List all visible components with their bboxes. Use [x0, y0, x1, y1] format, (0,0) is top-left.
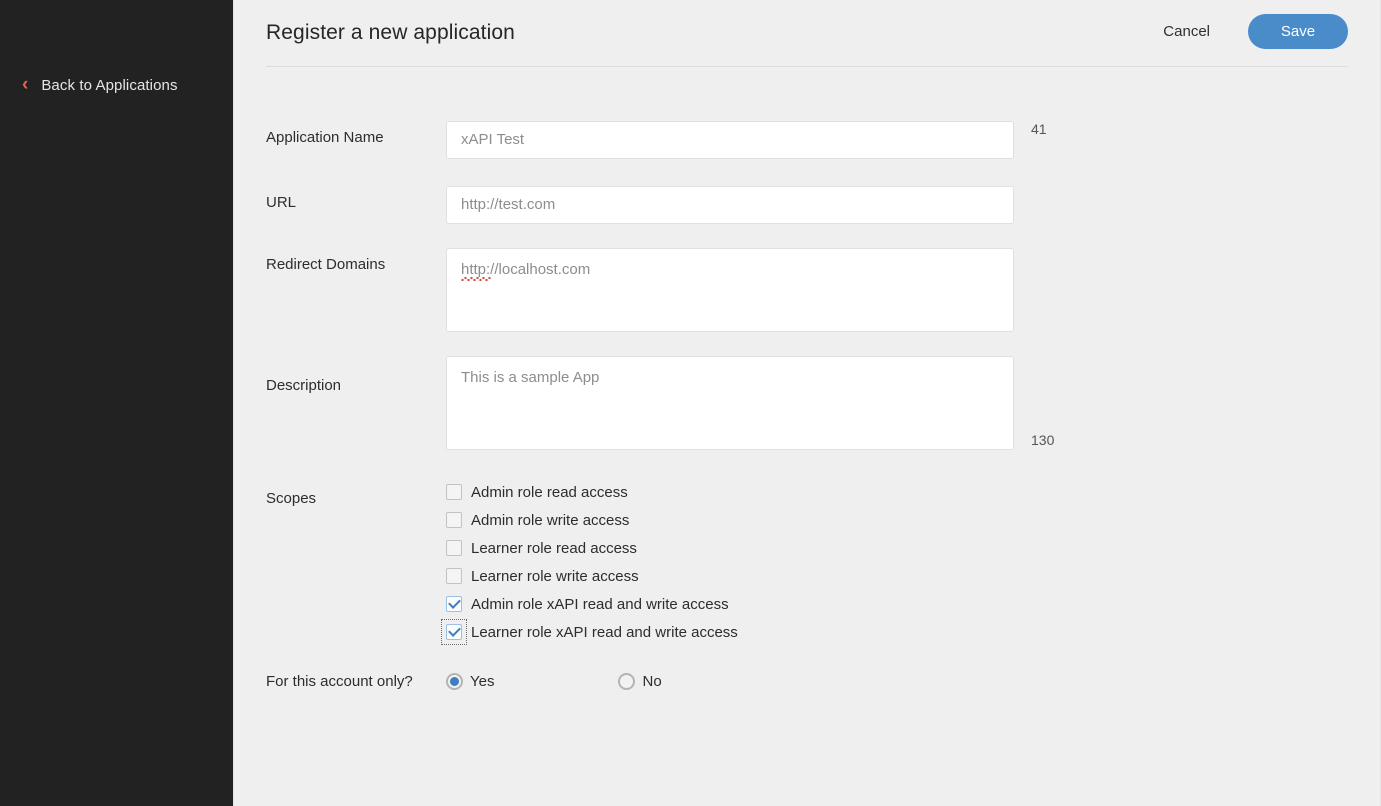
field-row-application-name: Application Name 41 — [266, 121, 1348, 159]
scope-item[interactable]: Admin role read access — [446, 478, 738, 506]
radio-icon[interactable] — [618, 673, 635, 690]
scope-item-focused[interactable]: Learner role xAPI read and write access — [446, 618, 738, 646]
checkbox-icon[interactable] — [446, 512, 462, 528]
application-window: ‹ Back to Applications Register a new ap… — [0, 0, 1381, 806]
checkbox-holder — [446, 540, 462, 556]
redirect-domains-field-wrap — [446, 248, 1014, 332]
url-label: URL — [266, 186, 446, 211]
checkbox-holder — [446, 512, 462, 528]
cancel-button[interactable]: Cancel — [1153, 17, 1220, 46]
radio-label-no[interactable]: No — [642, 673, 661, 690]
redirect-domains-label: Redirect Domains — [266, 248, 446, 273]
scope-label[interactable]: Learner role write access — [471, 568, 639, 585]
scope-item[interactable]: Learner role write access — [446, 562, 738, 590]
checkbox-icon[interactable] — [446, 484, 462, 500]
description-textarea[interactable] — [446, 356, 1014, 450]
field-row-url: URL — [266, 186, 1348, 224]
redirect-domains-textarea[interactable] — [446, 248, 1014, 332]
description-field-wrap: 130 — [446, 356, 1054, 450]
field-row-description: Description 130 — [266, 356, 1348, 450]
main-content: Register a new application Cancel Save A… — [233, 0, 1381, 806]
radio-option-yes[interactable]: Yes — [446, 673, 494, 690]
scopes-list: Admin role read access Admin role write … — [446, 476, 738, 646]
field-row-redirect-domains: Redirect Domains — [266, 248, 1348, 332]
radio-option-no[interactable]: No — [618, 673, 661, 690]
account-only-radio-group: Yes No — [446, 673, 662, 690]
back-to-applications-label: Back to Applications — [41, 77, 177, 94]
checkbox-holder — [446, 568, 462, 584]
url-input[interactable] — [446, 186, 1014, 224]
field-row-account-only: For this account only? Yes No — [266, 673, 1348, 690]
page-title: Register a new application — [266, 21, 515, 45]
register-application-form: Application Name 41 URL Redirect Domains — [266, 67, 1348, 690]
chevron-left-icon: ‹ — [22, 75, 28, 94]
account-only-label: For this account only? — [266, 673, 446, 690]
scope-label[interactable]: Admin role write access — [471, 512, 629, 529]
application-name-label: Application Name — [266, 121, 446, 146]
scope-label[interactable]: Learner role xAPI read and write access — [471, 624, 738, 641]
application-name-field-wrap: 41 — [446, 121, 1047, 159]
application-name-input[interactable] — [446, 121, 1014, 159]
checkbox-holder — [446, 484, 462, 500]
header-actions: Cancel Save — [1153, 14, 1348, 49]
url-field-wrap — [446, 186, 1014, 224]
checkbox-holder — [446, 596, 462, 612]
sidebar: ‹ Back to Applications — [0, 0, 233, 806]
field-row-scopes: Scopes Admin role read access Admin role… — [266, 476, 1348, 646]
application-name-counter: 41 — [1031, 121, 1047, 137]
checkbox-holder — [446, 624, 462, 640]
scope-item[interactable]: Admin role write access — [446, 506, 738, 534]
scope-label[interactable]: Learner role read access — [471, 540, 637, 557]
scope-label[interactable]: Admin role xAPI read and write access — [471, 596, 729, 613]
description-label: Description — [266, 356, 446, 394]
description-counter: 130 — [1031, 432, 1054, 448]
scope-label[interactable]: Admin role read access — [471, 484, 628, 501]
checkbox-checked-icon[interactable] — [446, 596, 462, 612]
back-to-applications-link[interactable]: ‹ Back to Applications — [22, 76, 178, 95]
radio-selected-icon[interactable] — [446, 673, 463, 690]
scope-item[interactable]: Admin role xAPI read and write access — [446, 590, 738, 618]
scope-item[interactable]: Learner role read access — [446, 534, 738, 562]
save-button[interactable]: Save — [1248, 14, 1348, 49]
page-header: Register a new application Cancel Save — [266, 0, 1348, 67]
radio-label-yes[interactable]: Yes — [470, 673, 494, 690]
checkbox-icon[interactable] — [446, 540, 462, 556]
scopes-label: Scopes — [266, 476, 446, 507]
checkbox-icon[interactable] — [446, 568, 462, 584]
